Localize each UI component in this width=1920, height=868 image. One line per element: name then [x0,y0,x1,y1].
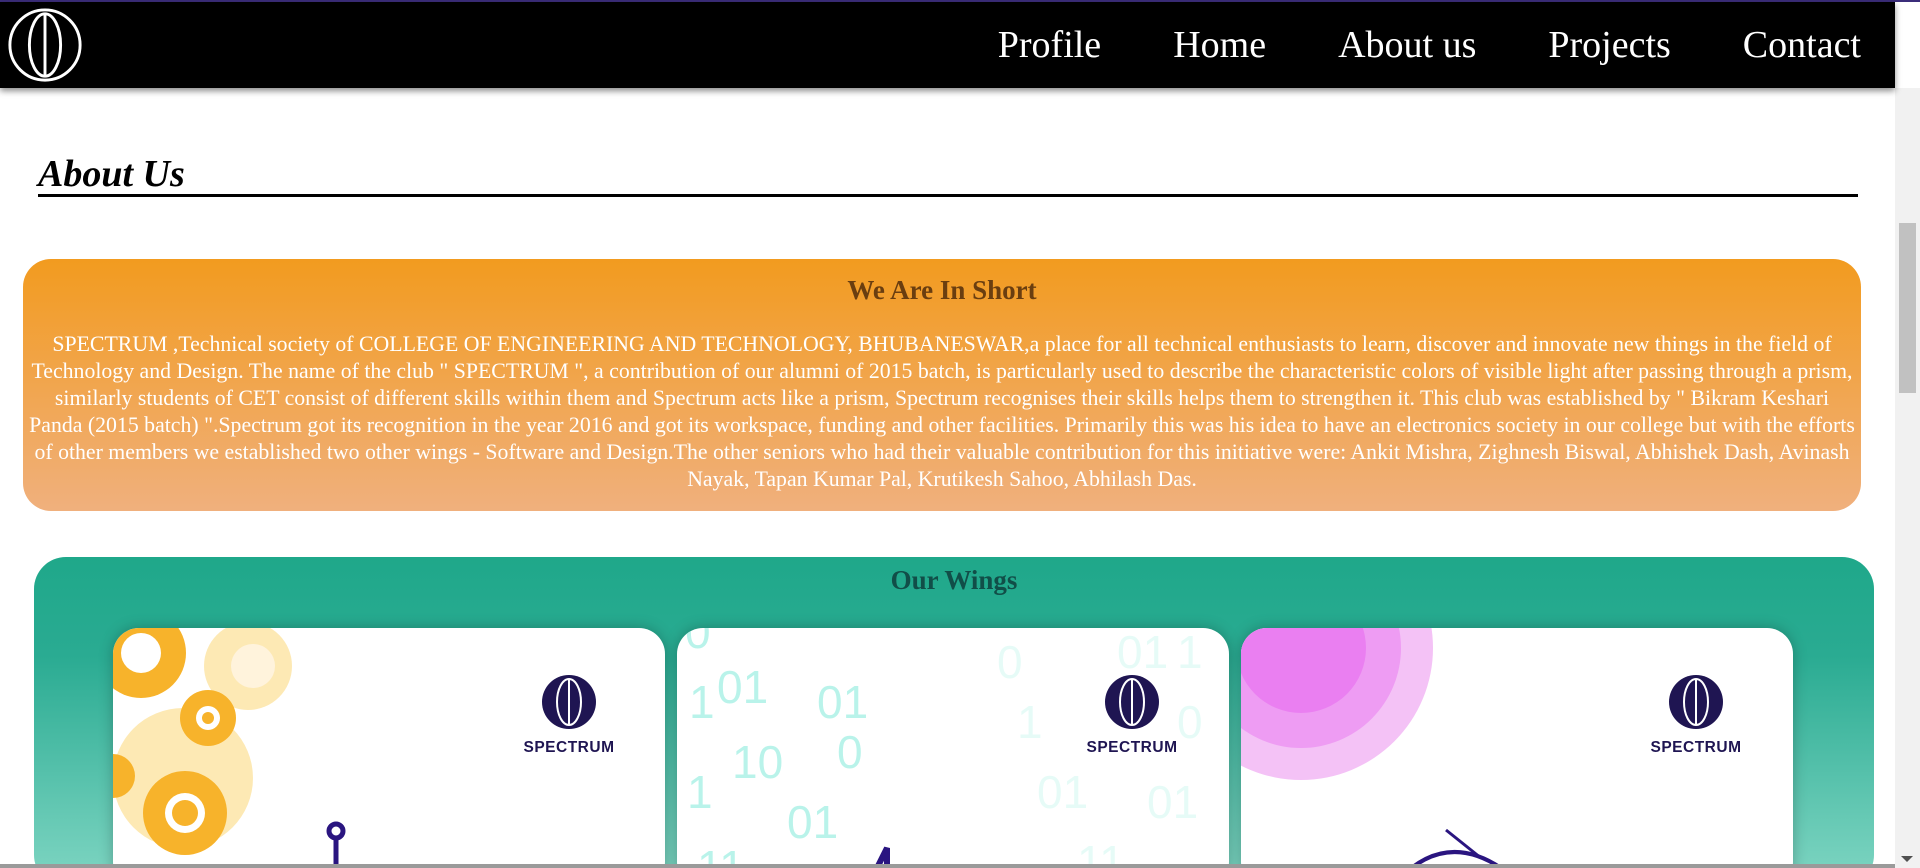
svg-text:01: 01 [1147,776,1198,828]
svg-text:01: 01 [787,796,838,848]
navbar: Profile Home About us Projects Contact [0,2,1895,88]
scrollbar-thumb[interactable] [1899,223,1916,393]
brand-name: SPECTRUM [523,739,615,756]
svg-text:1: 1 [1177,628,1203,678]
svg-text:01: 01 [817,676,868,728]
svg-text:0: 0 [997,636,1023,688]
brand-block: SPECTRUM [1626,674,1766,757]
svg-text:0: 0 [837,726,863,778]
short-description: SPECTRUM ,Technical society of COLLEGE O… [29,332,1855,491]
wing-card-software[interactable]: 0 01 1 01 10 1 01 11 0 0 01 1 0 01 01 11… [677,628,1229,868]
nav-link-about[interactable]: About us [1338,26,1476,64]
svg-text:10: 10 [732,736,783,788]
spectrum-brand-icon [542,675,596,729]
svg-text:0: 0 [685,628,711,658]
svg-text:01: 01 [1117,628,1168,678]
nav-link-home[interactable]: Home [1173,26,1266,64]
wings-title: Our Wings [890,565,1018,595]
nav-link-projects[interactable]: Projects [1548,26,1670,64]
svg-text:1: 1 [689,676,715,728]
spectrum-logo-icon[interactable] [6,6,84,84]
short-title: We Are In Short [847,275,1037,305]
brand-block: SPECTRUM [499,674,639,757]
window-bottom-edge [0,864,1895,868]
nav-link-profile[interactable]: Profile [998,26,1101,64]
about-divider [38,194,1858,197]
short-card: We Are In Short SPECTRUM ,Technical soci… [23,259,1861,511]
nav-link-contact[interactable]: Contact [1743,26,1861,64]
wing-card-design[interactable]: SPECTRUM [1241,628,1793,868]
spectrum-brand-icon [1105,675,1159,729]
svg-text:01: 01 [1037,766,1088,818]
scroll-down-arrow-icon[interactable] [1901,856,1913,862]
brand-block: SPECTRUM [1062,674,1202,757]
svg-text:01: 01 [717,661,768,713]
wing-card-electronics[interactable]: SPECTRUM [113,628,665,868]
brand-name: SPECTRUM [1650,739,1742,756]
nav-links: Profile Home About us Projects Contact [926,2,1861,88]
about-title: About Us [38,153,185,195]
spectrum-brand-icon [1669,675,1723,729]
svg-text:1: 1 [1017,696,1043,748]
svg-text:1: 1 [687,766,713,818]
brand-name: SPECTRUM [1086,739,1178,756]
page-scrollbar[interactable] [1895,88,1920,868]
